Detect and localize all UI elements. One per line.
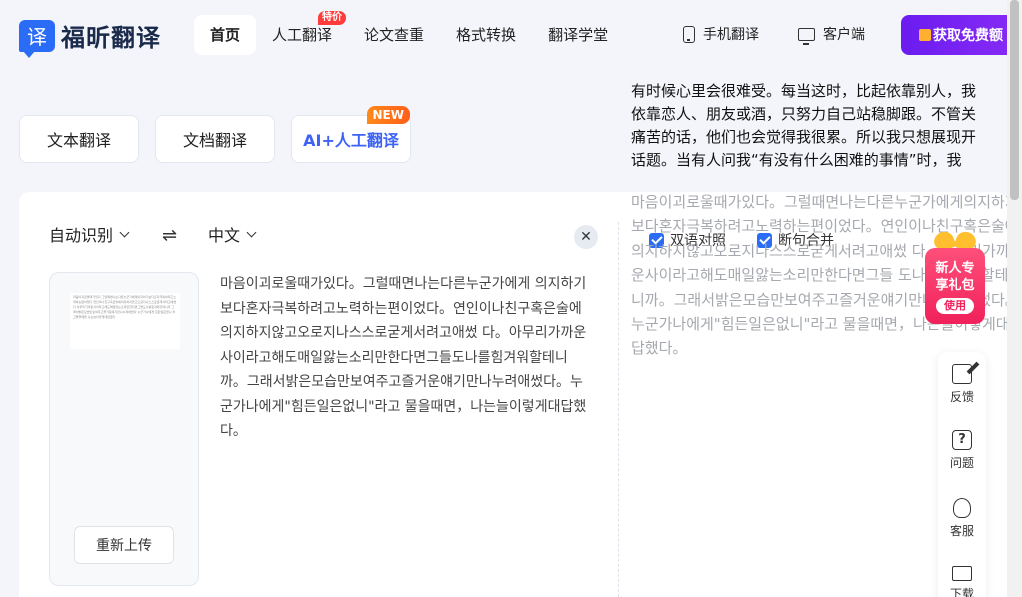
tab-ai-human-translation[interactable]: AI+人工翻译 NEW	[291, 106, 411, 163]
promo-line1: 新人专	[935, 261, 975, 276]
document-thumbnail[interactable]: 마음이괴로울때가있다 그럴때면나는다른누군가에게의지하기보다혼자극복하려고노력하…	[70, 293, 180, 349]
client-download-link[interactable]: 客户端	[798, 24, 865, 45]
nav-label: 人工翻译	[272, 26, 333, 44]
edit-icon	[952, 364, 972, 384]
feedback-label: 反馈	[949, 390, 974, 404]
swap-icon[interactable]: ⇌	[162, 225, 177, 246]
headset-icon	[953, 498, 971, 518]
question-icon: ?	[952, 430, 972, 450]
translated-text: 有时候心里会很难受。每当这时，比起依靠别人，我 依靠恋人、朋友或酒，只努力自己站…	[631, 80, 1022, 172]
mobile-translate-label: 手机翻译	[703, 27, 759, 43]
chevron-down-icon	[246, 227, 257, 237]
translated-line: 痛苦的话，他们也会觉得我很累。所以我只想展现开	[631, 128, 977, 146]
floating-toolbar: 反馈 ? 问题 客服 下载	[938, 352, 986, 597]
panel-divider	[618, 222, 619, 597]
service-label: 客服	[949, 524, 974, 538]
download-button[interactable]: 下载	[938, 566, 986, 597]
mobile-translate-link[interactable]: 手机翻译	[683, 24, 759, 44]
client-label: 客户端	[823, 27, 865, 43]
nav-item-translation-school[interactable]: 翻译学堂	[532, 15, 624, 55]
tab-label: AI+人工翻译	[303, 131, 399, 150]
nav-label: 论文查重	[364, 26, 425, 44]
document-preview-card: 마음이괴로울때가있다 그럴때면나는다른누군가에게의지하기보다혼자극복하려고노력하…	[49, 272, 199, 586]
translated-line: 依靠恋人、朋友或酒，只努力自己站稳脚跟。不管关	[631, 105, 977, 123]
source-language-label: 自动识别	[49, 226, 114, 245]
nav-item-human-translation[interactable]: 人工翻译 特价	[256, 11, 348, 55]
translated-line: 有时候心里会很难受。每当这时，比起依靠别人，我	[631, 82, 977, 100]
nav-item-plagiarism-check[interactable]: 论文查重	[348, 15, 440, 55]
tab-document-translation[interactable]: 文档翻译	[155, 115, 275, 163]
mobile-icon	[683, 25, 695, 43]
main-nav: 首页 人工翻译 特价 论文查重 格式转换 翻译学堂	[194, 11, 624, 55]
tab-label: 文档翻译	[182, 131, 247, 150]
brand-name: 福昕翻译	[61, 24, 161, 52]
promo-card: 新人专 享礼包 使用	[925, 248, 985, 324]
desktop-icon	[798, 27, 815, 45]
customer-service-button[interactable]: 客服	[938, 498, 986, 539]
get-free-quota-button[interactable]: 获取免费额	[901, 15, 1022, 55]
question-button[interactable]: ? 问题	[938, 430, 986, 471]
brand-logo[interactable]: 译 福昕翻译	[19, 18, 161, 58]
feedback-button[interactable]: 反馈	[938, 364, 986, 405]
nav-label: 首页	[210, 26, 241, 44]
tab-text-translation[interactable]: 文本翻译	[19, 115, 139, 163]
nav-item-format-convert[interactable]: 格式转换	[440, 15, 532, 55]
nav-label: 翻译学堂	[548, 26, 609, 44]
monitor-icon	[952, 566, 972, 581]
download-label: 下载	[949, 587, 974, 597]
nav-item-home[interactable]: 首页	[194, 15, 257, 55]
translated-line: 话题。当有人问我“有没有什么困难的事情”时，我	[631, 151, 962, 169]
top-header: 译 福昕翻译 首页 人工翻译 特价 论文查重 格式转换 翻译学堂 手机翻译 客户端…	[0, 0, 1022, 72]
source-language-select[interactable]: 自动识别	[49, 222, 130, 246]
target-language-label: 中文	[208, 226, 241, 245]
tab-label: 文本翻译	[46, 131, 111, 150]
target-language-select[interactable]: 中文	[208, 222, 257, 246]
source-text: 마음이괴로울때가있다。그럴때면나는다른누군가에게 의지하기보다혼자극복하려고노력…	[220, 276, 587, 439]
gift-icon	[919, 29, 931, 41]
close-icon[interactable]: ✕	[574, 225, 598, 249]
scrollbar-thumb[interactable]	[1010, 0, 1019, 200]
nav-label: 格式转换	[456, 26, 517, 44]
chevron-down-icon	[119, 227, 130, 237]
promo-line2: 享礼包	[935, 278, 975, 293]
promo-use-button[interactable]: 使用	[936, 298, 974, 314]
reupload-button[interactable]: 重新上传	[74, 526, 174, 564]
free-quota-label: 获取免费额	[933, 28, 1003, 44]
logo-icon: 译	[19, 19, 55, 58]
page-scrollbar[interactable]	[1007, 0, 1022, 597]
new-badge: NEW	[366, 106, 410, 124]
question-label: 问题	[949, 456, 974, 470]
new-user-gift-promo[interactable]: 新人专 享礼包 使用	[922, 230, 988, 328]
sale-badge: 特价	[318, 11, 347, 25]
